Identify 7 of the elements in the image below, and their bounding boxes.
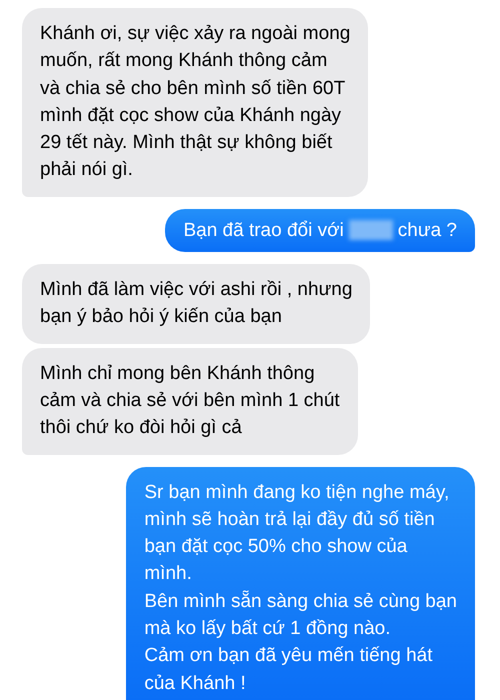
message-text: Mình đã làm việc với ashi rồi , nhưng bạn ý bảo hỏi ý kiến của bạn — [40, 278, 352, 330]
message-text: chưa ? — [398, 218, 457, 243]
message-text: Mình chỉ mong bên Khánh thông cảm và chia sẻ với bên mình 1 chút thôi chứ ko đòi hỏi gì cả — [40, 362, 340, 440]
message-text: Khánh ơi, sự việc xảy ra ngoài mong muốn, rất mong Khánh thông cảm và chia sẻ cho bên mình số tiền 60T mình đặt cọc show của Khánh ngày 29 tết này. Mình thật sự không biết phải nói gì. — [40, 22, 350, 182]
message-text: Sr bạn mình đang ko tiện nghe máy, mình sẽ hoàn trả lại đầy đủ số tiền bạn đặt cọc 50% cho show của mình. Bên mình sẵn sàng chia sẻ cùng bạn mà ko lấy bất cứ 1 đồng nào. Cảm ơn bạn đã yêu mến tiếng hát của Khánh ! — [144, 480, 457, 696]
message-text: Bạn đã trao đổi với — [183, 218, 344, 243]
blurred-redaction — [348, 220, 393, 240]
